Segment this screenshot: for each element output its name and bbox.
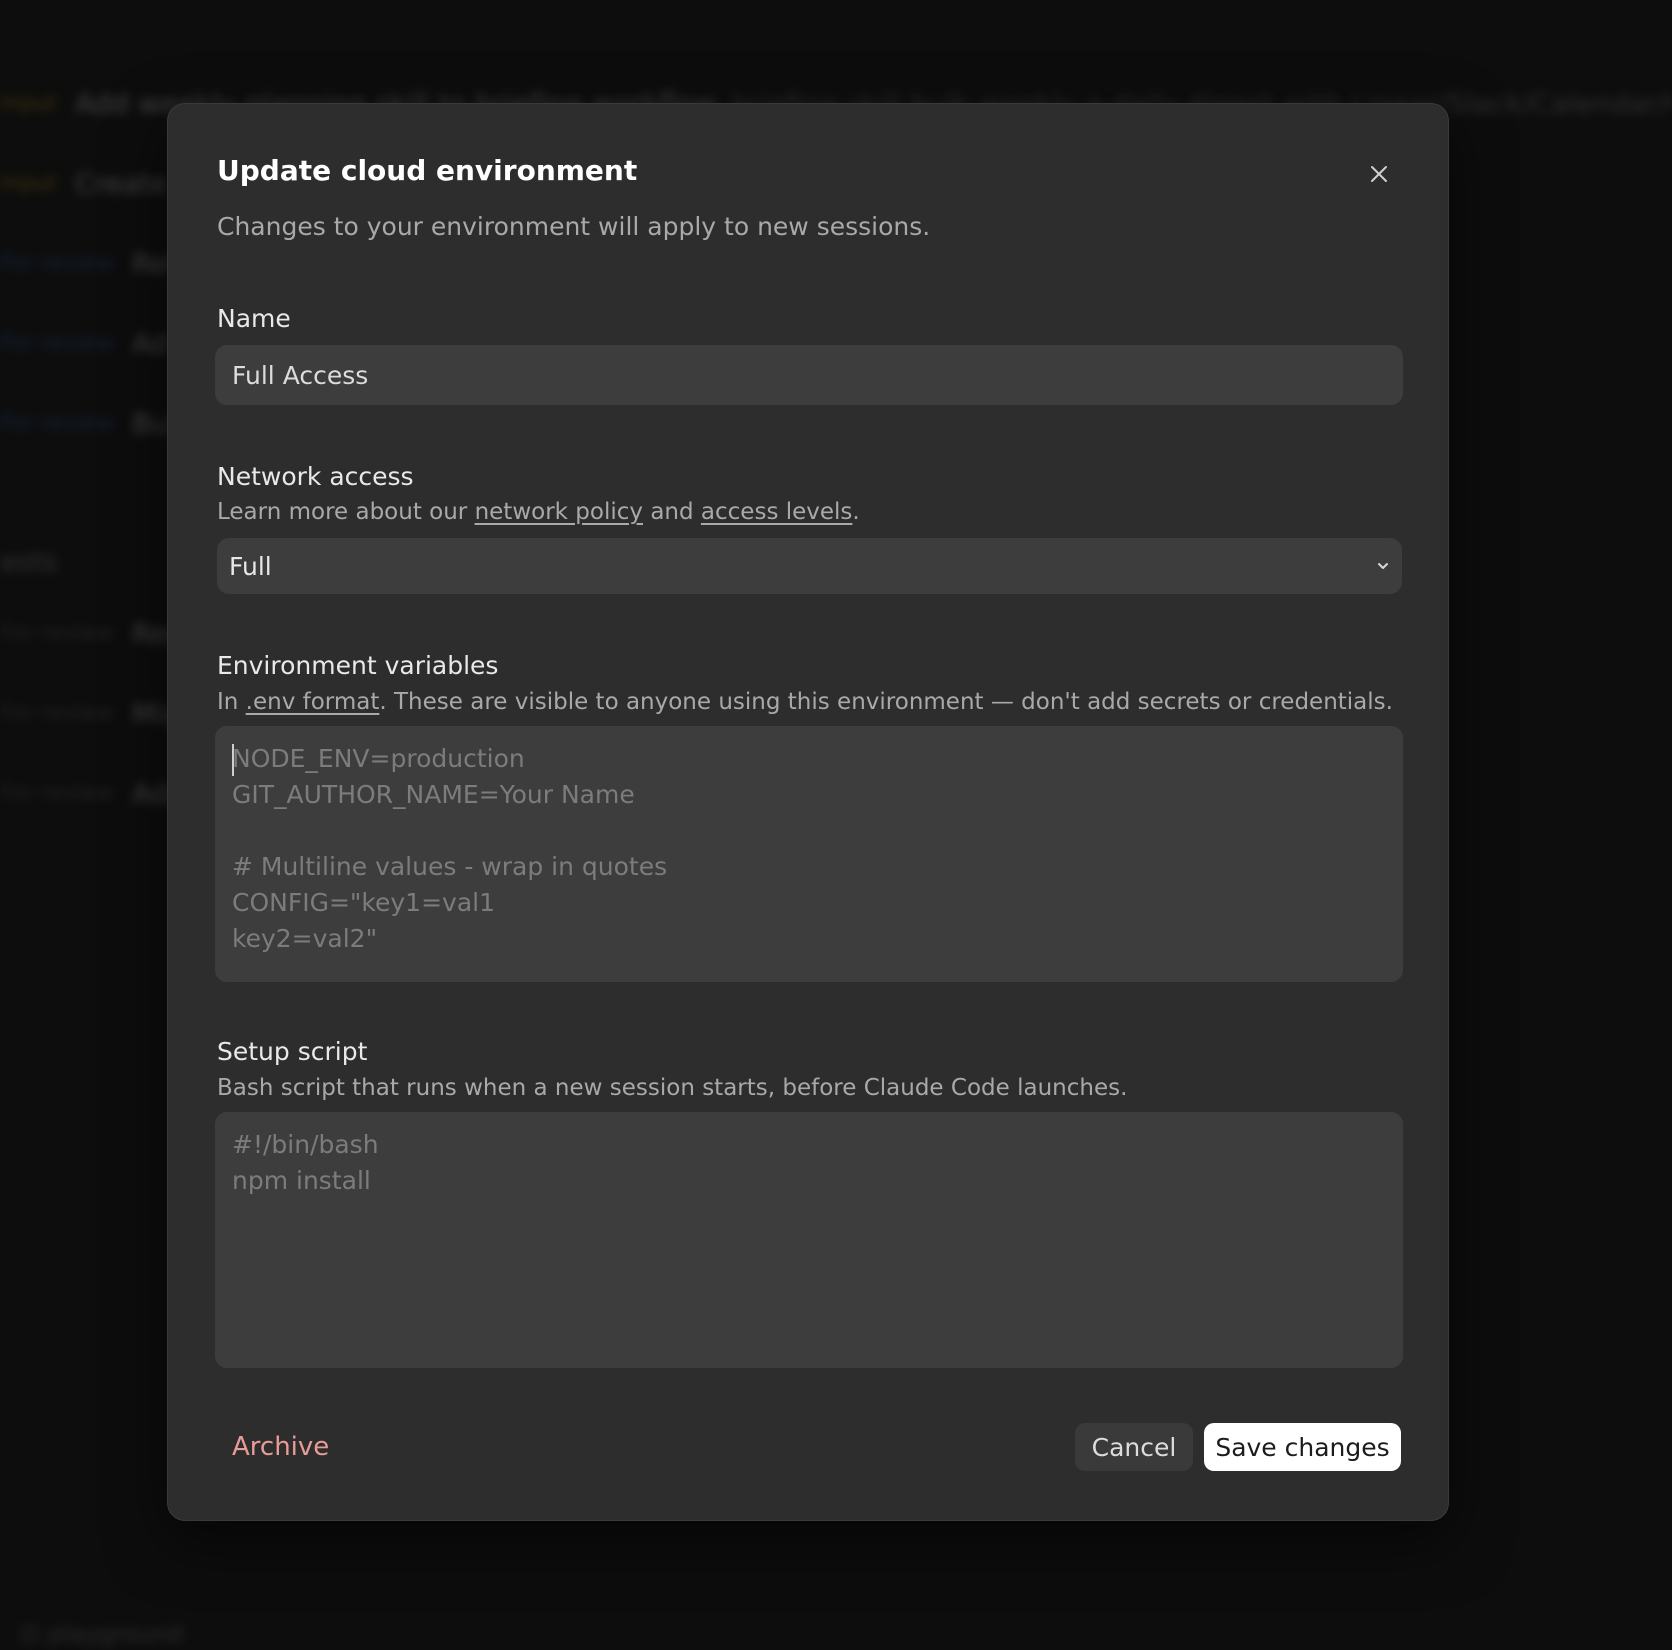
network-access-select[interactable]: Full	[217, 538, 1402, 594]
text-cursor	[232, 744, 234, 776]
help-text: Learn more about our	[217, 499, 475, 525]
access-levels-link[interactable]: access levels	[701, 499, 853, 525]
dialog-title: Update cloud environment	[217, 154, 638, 187]
help-text: and	[643, 499, 701, 525]
env-vars-help: In .env format. These are visible to any…	[217, 689, 1393, 715]
network-access-label: Network access	[217, 462, 414, 491]
cancel-button[interactable]: Cancel	[1075, 1423, 1193, 1471]
help-text: .	[852, 499, 860, 525]
close-button[interactable]	[1366, 161, 1392, 187]
network-access-value: Full	[229, 551, 272, 581]
setup-script-label: Setup script	[217, 1037, 368, 1066]
network-policy-link[interactable]: network policy	[475, 499, 643, 525]
dialog-subtitle: Changes to your environment will apply t…	[217, 212, 931, 241]
close-icon	[1371, 166, 1387, 182]
setup-script-help: Bash script that runs when a new session…	[217, 1075, 1128, 1101]
name-input[interactable]	[215, 345, 1403, 405]
save-changes-button[interactable]: Save changes	[1204, 1423, 1401, 1471]
network-access-help: Learn more about our network policy and …	[217, 499, 860, 525]
env-format-link[interactable]: .env format	[246, 689, 380, 715]
env-vars-label: Environment variables	[217, 651, 499, 680]
help-text: . These are visible to anyone using this…	[379, 689, 1393, 715]
chevron-down-icon	[1378, 563, 1388, 569]
archive-button[interactable]: Archive	[232, 1432, 329, 1462]
update-environment-dialog: Update cloud environment Changes to your…	[167, 103, 1449, 1521]
name-label: Name	[217, 304, 291, 333]
setup-script-textarea[interactable]	[215, 1112, 1403, 1368]
env-vars-textarea[interactable]	[215, 726, 1403, 982]
help-text: In	[217, 689, 246, 715]
